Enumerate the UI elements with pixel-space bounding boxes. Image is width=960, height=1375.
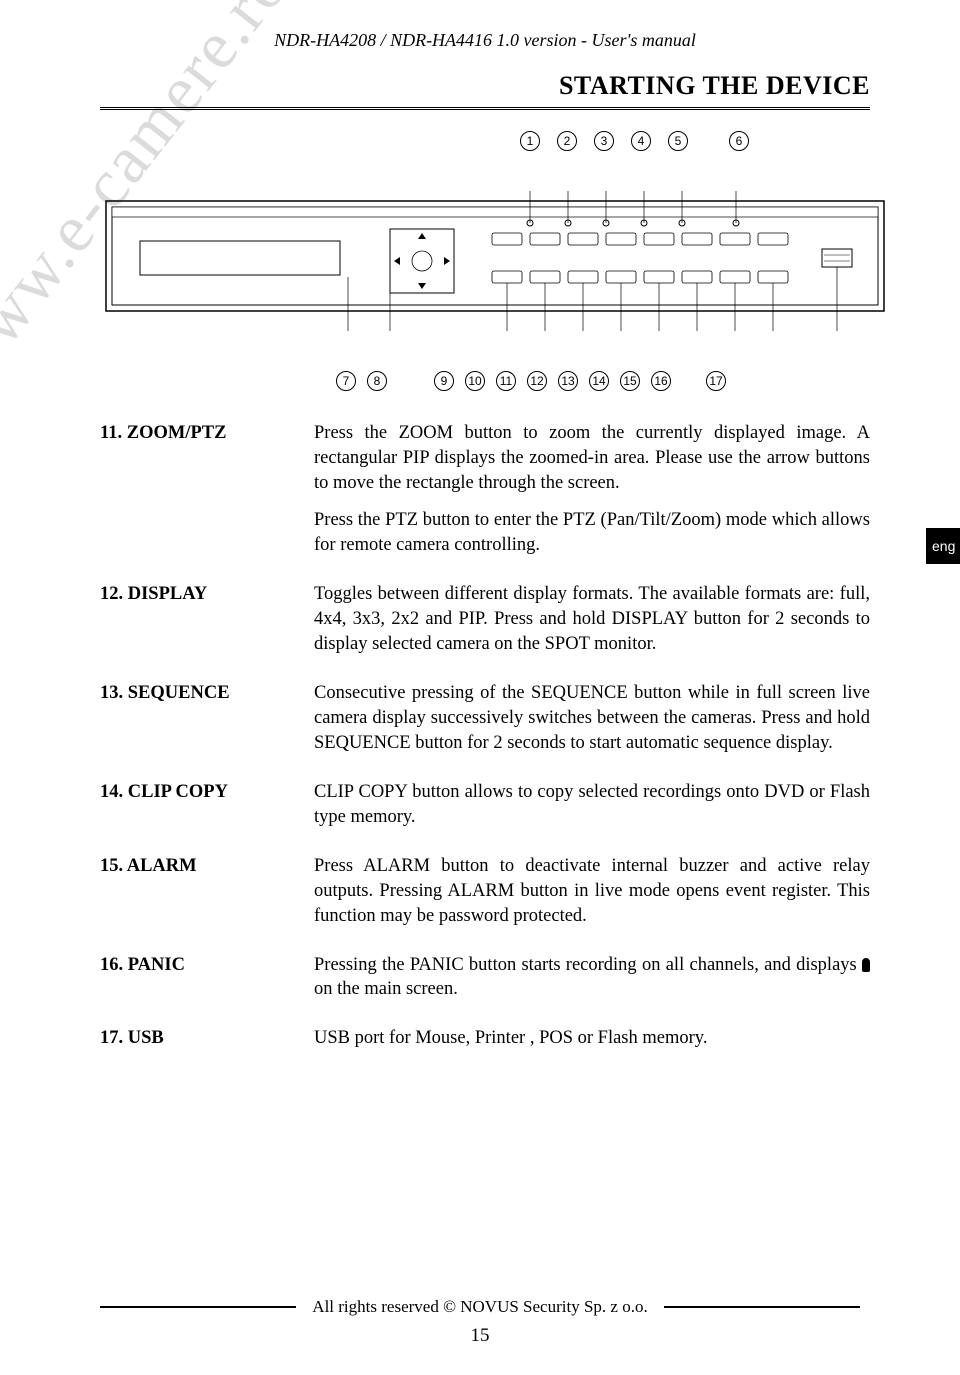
- item-desc: Press the ZOOM button to zoom the curren…: [314, 421, 870, 570]
- footer-rule: [664, 1306, 860, 1308]
- item-label: 17. USB: [100, 1026, 314, 1063]
- device-front-svg: [100, 171, 890, 351]
- item-desc: Consecutive pressing of the SEQUENCE but…: [314, 681, 870, 768]
- callout-11: 11: [496, 371, 516, 391]
- callout-15: 15: [620, 371, 640, 391]
- callout-10: 10: [465, 371, 485, 391]
- device-diagram: 1 2 3 4 5 6: [100, 131, 890, 391]
- callout-8: 8: [367, 371, 387, 391]
- copyright: All rights reserved © NOVUS Security Sp.…: [312, 1297, 647, 1317]
- item-display: 12. DISPLAY Toggles between different di…: [100, 582, 870, 669]
- item-label: 12. DISPLAY: [100, 582, 314, 669]
- callouts-bottom: 7 8 9 10 11 12 13 14 15 16 17: [336, 371, 726, 391]
- callout-14: 14: [589, 371, 609, 391]
- callout-3: 3: [594, 131, 614, 151]
- language-tab: eng: [926, 528, 960, 564]
- item-label: 14. CLIP COPY: [100, 780, 314, 842]
- item-sequence: 13. SEQUENCE Consecutive pressing of the…: [100, 681, 870, 768]
- item-label: 11. ZOOM/PTZ: [100, 421, 314, 570]
- footer-rule: [100, 1306, 296, 1308]
- definitions: 11. ZOOM/PTZ Press the ZOOM button to zo…: [100, 421, 870, 1063]
- item-desc: Press ALARM button to deactivate interna…: [314, 854, 870, 941]
- callout-5: 5: [668, 131, 688, 151]
- item-desc: Toggles between different display format…: [314, 582, 870, 669]
- callout-2: 2: [557, 131, 577, 151]
- callout-4: 4: [631, 131, 651, 151]
- callout-12: 12: [527, 371, 547, 391]
- callouts-top: 1 2 3 4 5 6: [520, 131, 749, 151]
- item-panic: 16. PANIC Pressing the PANIC button star…: [100, 953, 870, 1015]
- item-label: 16. PANIC: [100, 953, 314, 1015]
- page-number: 15: [0, 1325, 960, 1347]
- rule: [100, 107, 870, 111]
- item-alarm: 15. ALARM Press ALARM button to deactiva…: [100, 854, 870, 941]
- item-usb: 17. USB USB port for Mouse, Printer , PO…: [100, 1026, 870, 1063]
- callout-16: 16: [651, 371, 671, 391]
- callout-13: 13: [558, 371, 578, 391]
- callout-9: 9: [434, 371, 454, 391]
- footer: All rights reserved © NOVUS Security Sp.…: [0, 1297, 960, 1347]
- callout-1: 1: [520, 131, 540, 151]
- callout-7: 7: [336, 371, 356, 391]
- item-desc: CLIP COPY button allows to copy selected…: [314, 780, 870, 842]
- item-label: 15. ALARM: [100, 854, 314, 941]
- item-desc: USB port for Mouse, Printer , POS or Fla…: [314, 1026, 870, 1063]
- item-clip-copy: 14. CLIP COPY CLIP COPY button allows to…: [100, 780, 870, 842]
- callout-17: 17: [706, 371, 726, 391]
- doc-header: NDR-HA4208 / NDR-HA4416 1.0 version - Us…: [100, 30, 870, 51]
- item-desc: Pressing the PANIC button starts recordi…: [314, 953, 870, 1015]
- item-label: 13. SEQUENCE: [100, 681, 314, 768]
- section-title: STARTING THE DEVICE: [100, 71, 870, 101]
- callout-6: 6: [729, 131, 749, 151]
- item-zoom-ptz: 11. ZOOM/PTZ Press the ZOOM button to zo…: [100, 421, 870, 570]
